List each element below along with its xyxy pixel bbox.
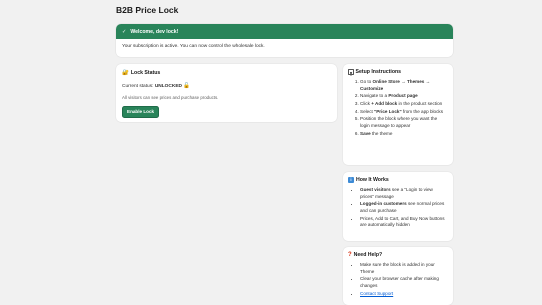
- help-item: Make sure the block is added in your The…: [360, 262, 448, 275]
- banner-header: ✓ Welcome, dev lock!: [116, 24, 453, 39]
- setup-step: Go to Online Store → Themes → Customize: [360, 79, 448, 92]
- welcome-banner: ✓ Welcome, dev lock! Your subscription i…: [116, 24, 453, 57]
- how-title: How It Works: [356, 177, 389, 183]
- contact-support-link[interactable]: Contact Support: [360, 291, 393, 296]
- lock-status-title: Lock Status: [130, 70, 161, 76]
- help-list: Make sure the block is added in your The…: [348, 262, 448, 297]
- setup-step: Save the theme: [360, 131, 448, 138]
- setup-step: Navigate to a Product page: [360, 93, 448, 100]
- how-item: Guest visitors see a "Login to view pric…: [360, 187, 448, 200]
- lock-status-card: 🔐 Lock Status Current status: UNLOCKED 🔓…: [116, 64, 337, 122]
- need-help-card: ? Need Help? Make sure the block is adde…: [343, 247, 453, 305]
- current-status: Current status: UNLOCKED 🔓: [122, 83, 331, 89]
- info-icon: i: [348, 177, 354, 183]
- help-title: Need Help?: [353, 252, 383, 258]
- banner-title: Welcome, dev lock!: [130, 28, 179, 35]
- setup-steps: Go to Online Store → Themes → Customize …: [348, 79, 448, 137]
- help-item: Contact Support: [360, 291, 448, 298]
- document-icon: [348, 69, 354, 75]
- unlocked-icon: 🔓: [183, 83, 191, 89]
- how-it-works-card: i How It Works Guest visitors see a "Log…: [343, 172, 453, 241]
- banner-message: Your subscription is active. You can now…: [122, 44, 265, 49]
- setup-title-row: Setup Instructions: [348, 69, 448, 75]
- setup-instructions-card: Setup Instructions Go to Online Store → …: [343, 64, 453, 165]
- how-title-row: i How It Works: [348, 177, 448, 183]
- help-item: Clear your browser cache after making ch…: [360, 276, 448, 289]
- setup-step: Select "Price Lock" from the app blocks: [360, 109, 448, 116]
- help-title-row: ? Need Help?: [348, 252, 448, 258]
- how-list: Guest visitors see a "Login to view pric…: [348, 187, 448, 229]
- page-title: B2B Price Lock: [116, 5, 179, 15]
- status-value: UNLOCKED: [154, 84, 182, 89]
- setup-title: Setup Instructions: [355, 69, 402, 75]
- lock-description: All visitors can see prices and purchase…: [122, 95, 219, 100]
- lock-status-title-row: 🔐 Lock Status: [122, 70, 331, 76]
- enable-lock-button[interactable]: Enable Lock: [122, 105, 160, 118]
- how-item: Prices, Add to Cart, and Buy Now buttons…: [360, 216, 448, 229]
- setup-step: Position the block where you want the lo…: [360, 116, 448, 129]
- checkmark-icon: ✓: [122, 28, 127, 35]
- status-prefix: Current status:: [122, 84, 154, 89]
- how-item: Logged-in customers see normal prices an…: [360, 201, 448, 214]
- setup-step: Click + Add block in the product section: [360, 101, 448, 108]
- question-icon: ?: [348, 252, 352, 258]
- lock-icon: 🔐: [122, 70, 129, 76]
